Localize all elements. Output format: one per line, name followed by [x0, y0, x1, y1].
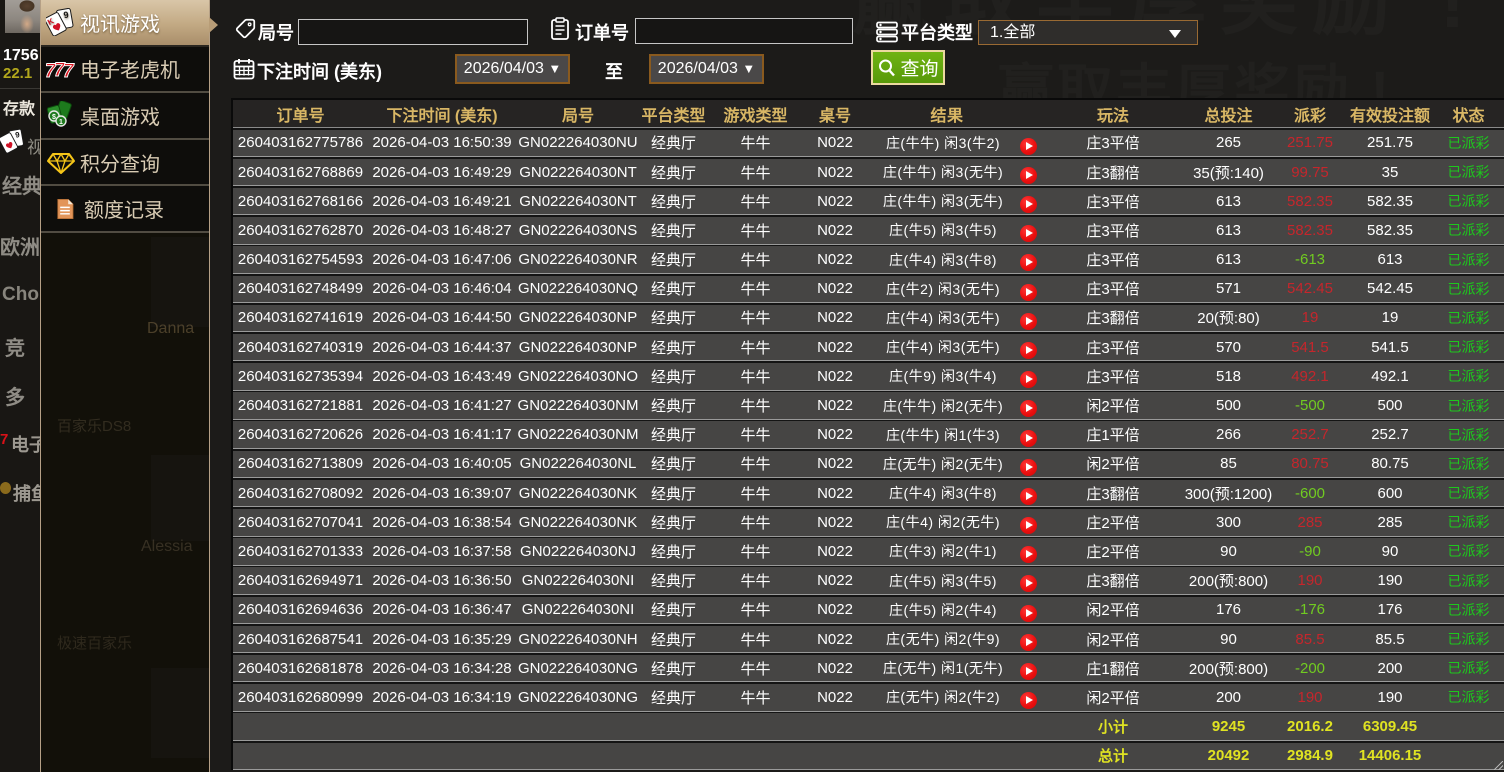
svg-text:7: 7: [63, 61, 75, 82]
svg-text:1: 1: [59, 119, 63, 126]
